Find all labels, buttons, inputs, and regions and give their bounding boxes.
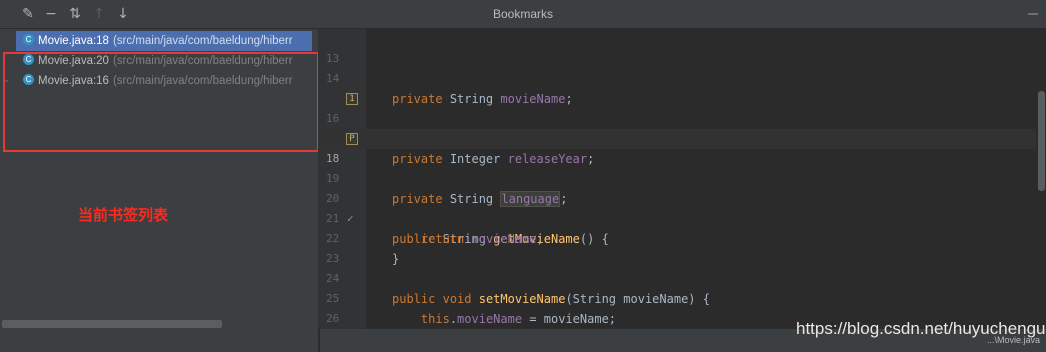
annotation-label: 当前书签列表 <box>78 206 169 224</box>
line-number: 14 <box>326 72 340 85</box>
code-line[interactable]: 25 this.movieName = movieName; <box>320 269 1036 326</box>
code-line[interactable]: 24 public void setMovieName(String movie… <box>320 249 1036 306</box>
bookmark-item[interactable]: C Movie.java:18 (src/main/java/com/baeldun… <box>16 31 312 51</box>
class-icon: C <box>23 34 34 46</box>
vertical-scrollbar[interactable] <box>1036 29 1046 329</box>
code-line-current[interactable]: 18 P private String language; <box>320 129 1036 207</box>
move-up-icon[interactable]: ↑ <box>90 5 108 23</box>
code-editor[interactable]: 13 14 private String movieName; 16 1 pri… <box>320 29 1036 329</box>
bookmark-mnemonic-icon[interactable]: P <box>346 133 358 145</box>
code-line[interactable]: 17 <box>320 109 1036 145</box>
code-line[interactable]: 21 return movieName; <box>320 189 1036 246</box>
bookmark-name: Movie.java:18 <box>38 35 109 47</box>
highlight-box <box>3 52 319 152</box>
code-line[interactable]: 23 <box>320 229 1036 265</box>
code-line[interactable]: 22 } <box>320 209 1036 266</box>
code-line[interactable]: 16 1 private Integer releaseYear; <box>320 89 1036 166</box>
bookmarks-toolbar: Bookmarks ✎ − ⇅ ↑ ↓ <box>0 0 1046 29</box>
scrollbar-thumb[interactable] <box>1038 91 1045 191</box>
horizontal-scrollbar[interactable] <box>2 320 222 328</box>
minimize-button[interactable] <box>1028 13 1038 15</box>
watermark: https://blog.csdn.net/huyuchengus <box>796 319 1046 338</box>
edit-icon[interactable]: ✎ <box>19 5 37 23</box>
code-line[interactable]: 19 <box>320 149 1036 185</box>
code-line[interactable]: 13 <box>320 29 1036 65</box>
remove-icon[interactable]: − <box>42 5 60 23</box>
move-down-icon[interactable]: ↓ <box>114 5 132 23</box>
code-line[interactable]: 14 private String movieName; <box>320 49 1036 106</box>
bookmark-path: (src/main/java/com/baeldung/hiberr <box>112 35 293 47</box>
bookmark-mnemonic-icon[interactable]: 1 <box>346 93 358 105</box>
code-line[interactable]: 20 ✓ public String getMovieName() { <box>320 169 1036 246</box>
window-title: Bookmarks <box>492 7 554 21</box>
code-line[interactable]: 26 } <box>320 289 1036 325</box>
bookmarks-panel: C Movie.java:18 (src/main/java/com/baeldun… <box>0 29 319 352</box>
sort-icon[interactable]: ⇅ <box>66 5 84 23</box>
